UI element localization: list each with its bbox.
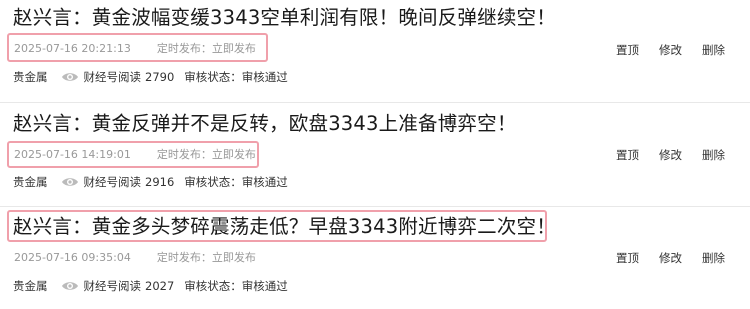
pin-button[interactable]: 置顶 bbox=[616, 251, 659, 265]
article-title[interactable]: 赵兴言：黄金反弹并不是反转，欧盘3343上准备博弈空！ bbox=[13, 111, 517, 137]
eye-icon bbox=[61, 178, 78, 186]
eye-icon bbox=[61, 73, 78, 81]
schedule-status: 定时发布：立即发布 bbox=[156, 148, 256, 161]
publish-time: 2025-07-16 14:19:01 bbox=[14, 148, 131, 161]
article-title[interactable]: 赵兴言：黄金波幅变缓3343空单利润有限！晚间反弹继续空！ bbox=[13, 5, 556, 31]
pin-button[interactable]: 置顶 bbox=[616, 43, 659, 57]
article-info: 贵金属 财经号阅读 2790 审核状态： 审核通过 bbox=[13, 70, 288, 84]
review-status: 审核通过 bbox=[241, 279, 288, 293]
divider bbox=[0, 206, 750, 207]
edit-button[interactable]: 修改 bbox=[659, 148, 702, 162]
article-title[interactable]: 赵兴言：黄金多头梦碎震荡走低？早盘3343附近博弈二次空！ bbox=[13, 214, 556, 240]
delete-button[interactable]: 删除 bbox=[702, 251, 725, 265]
article-info: 贵金属 财经号阅读 2027 审核状态： 审核通过 bbox=[13, 279, 288, 293]
reads-label: 财经号阅读 bbox=[83, 70, 142, 84]
divider bbox=[0, 102, 750, 103]
article-meta: 2025-07-16 14:19:01 定时发布：立即发布 bbox=[14, 148, 256, 162]
eye-icon bbox=[61, 282, 78, 290]
article-actions: 置顶 修改 删除 bbox=[616, 148, 725, 162]
pin-button[interactable]: 置顶 bbox=[616, 148, 659, 162]
article-info: 贵金属 财经号阅读 2916 审核状态： 审核通过 bbox=[13, 175, 288, 189]
article-meta: 2025-07-16 09:35:04 定时发布：立即发布 bbox=[14, 251, 256, 265]
edit-button[interactable]: 修改 bbox=[659, 251, 702, 265]
review-label: 审核状态： bbox=[184, 279, 242, 293]
reads-count: 2027 bbox=[145, 279, 175, 293]
article-actions: 置顶 修改 删除 bbox=[616, 251, 725, 265]
category-label: 贵金属 bbox=[13, 175, 48, 189]
reads-count: 2916 bbox=[145, 175, 175, 189]
schedule-status: 定时发布：立即发布 bbox=[156, 42, 256, 55]
reads-label: 财经号阅读 bbox=[83, 279, 142, 293]
article-meta: 2025-07-16 20:21:13 定时发布：立即发布 bbox=[14, 42, 256, 56]
edit-button[interactable]: 修改 bbox=[659, 43, 702, 57]
article-item: 赵兴言：黄金反弹并不是反转，欧盘3343上准备博弈空！ 2025-07-16 1… bbox=[0, 102, 750, 206]
category-label: 贵金属 bbox=[13, 279, 48, 293]
reads-label: 财经号阅读 bbox=[83, 175, 142, 189]
publish-time: 2025-07-16 20:21:13 bbox=[14, 42, 131, 55]
article-item: 赵兴言：黄金多头梦碎震荡走低？早盘3343附近博弈二次空！ 2025-07-16… bbox=[0, 206, 750, 309]
delete-button[interactable]: 删除 bbox=[702, 43, 725, 57]
review-label: 审核状态： bbox=[184, 70, 242, 84]
review-status: 审核通过 bbox=[241, 175, 288, 189]
delete-button[interactable]: 删除 bbox=[702, 148, 725, 162]
schedule-status: 定时发布：立即发布 bbox=[156, 251, 256, 264]
article-item: 赵兴言：黄金波幅变缓3343空单利润有限！晚间反弹继续空！ 2025-07-16… bbox=[0, 0, 750, 102]
review-label: 审核状态： bbox=[184, 175, 242, 189]
article-actions: 置顶 修改 删除 bbox=[616, 43, 725, 57]
reads-count: 2790 bbox=[145, 70, 175, 84]
category-label: 贵金属 bbox=[13, 70, 48, 84]
review-status: 审核通过 bbox=[241, 70, 288, 84]
publish-time: 2025-07-16 09:35:04 bbox=[14, 251, 131, 264]
